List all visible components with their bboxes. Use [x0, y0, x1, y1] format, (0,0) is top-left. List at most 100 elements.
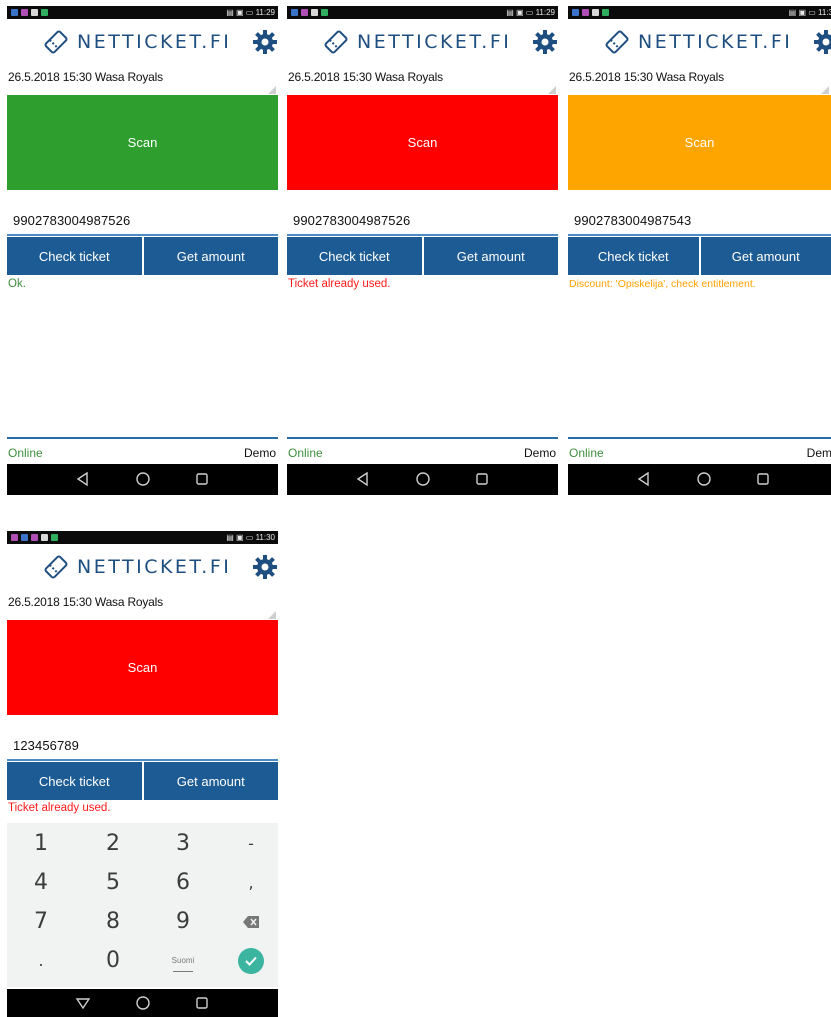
event-label: 26.5.2018 15:30 Wasa Royals: [288, 70, 443, 84]
scan-button[interactable]: Scan: [7, 95, 278, 190]
key-2[interactable]: 2: [79, 825, 147, 862]
key-0[interactable]: 0: [79, 942, 147, 979]
get-amount-button[interactable]: Get amount: [143, 762, 278, 800]
online-status: Online: [569, 446, 604, 460]
home-circle-icon[interactable]: [135, 471, 151, 487]
android-nav-bar: [7, 464, 278, 495]
ticket-number-input[interactable]: 9902783004987526: [7, 207, 278, 237]
ticket-number-input[interactable]: 9902783004987526: [287, 207, 558, 237]
recents-square-icon[interactable]: [755, 471, 771, 487]
back-down-triangle-icon[interactable]: [75, 995, 91, 1011]
ticket-number-value: 9902783004987526: [13, 213, 131, 228]
play-store-icon: [51, 534, 58, 541]
status-bar: ▤ ▣ ▭ 11:29: [7, 6, 278, 19]
app-notification-icon: [11, 9, 18, 16]
checkmark-icon: [238, 947, 264, 974]
spacebar-line: [173, 971, 193, 972]
event-selector[interactable]: 26.5.2018 15:30 Wasa Royals: [568, 66, 831, 96]
key-period[interactable]: .: [7, 942, 75, 979]
scan-button[interactable]: Scan: [7, 620, 278, 715]
action-buttons: Check ticket Get amount: [7, 762, 278, 800]
mail-icon: [592, 9, 599, 16]
phone-screen-ok: ▤ ▣ ▭ 11:29 NETTICKET.FI 26.5.2018 15:30…: [7, 6, 278, 495]
action-buttons: Check ticket Get amount: [568, 237, 831, 275]
action-buttons: Check ticket Get amount: [7, 237, 278, 275]
signal-battery-icon: ▤ ▣ ▭: [226, 533, 254, 542]
gear-icon[interactable]: [813, 29, 831, 55]
done-key[interactable]: [217, 942, 278, 979]
key-comma[interactable]: ,: [217, 864, 278, 901]
app-notification-icon: [11, 534, 18, 541]
ticket-icon: [323, 29, 349, 55]
back-triangle-icon[interactable]: [75, 471, 91, 487]
get-amount-button[interactable]: Get amount: [423, 237, 558, 275]
logo-text: NETTICKET.FI: [638, 31, 793, 53]
recents-square-icon[interactable]: [474, 471, 490, 487]
backspace-icon[interactable]: [217, 903, 278, 940]
ticket-icon: [43, 554, 69, 580]
ticket-number-value: 9902783004987526: [293, 213, 411, 228]
logo-text: NETTICKET.FI: [357, 31, 512, 53]
dropdown-corner-icon: [548, 86, 556, 94]
status-footer: Online Demo: [7, 437, 278, 464]
status-footer: Online Dem: [568, 437, 831, 464]
check-ticket-button[interactable]: Check ticket: [7, 237, 142, 275]
get-amount-button[interactable]: Get amount: [143, 237, 278, 275]
recents-square-icon[interactable]: [194, 995, 210, 1011]
netticket-logo: NETTICKET.FI: [323, 28, 511, 56]
dropdown-corner-icon: [268, 611, 276, 619]
home-circle-icon[interactable]: [415, 471, 431, 487]
key-1[interactable]: 1: [7, 825, 75, 862]
gear-icon[interactable]: [252, 554, 278, 580]
netticket-logo: NETTICKET.FI: [43, 28, 231, 56]
status-bar: ▤ ▣ ▭ 11:30: [7, 531, 278, 544]
input-underline: [7, 234, 278, 236]
play-store-icon: [602, 9, 609, 16]
event-selector[interactable]: 26.5.2018 15:30 Wasa Royals: [7, 66, 278, 96]
ticket-icon: [43, 29, 69, 55]
app-notification-icon: [21, 534, 28, 541]
event-selector[interactable]: 26.5.2018 15:30 Wasa Royals: [287, 66, 558, 96]
home-circle-icon[interactable]: [135, 995, 151, 1011]
status-time: 11:30: [255, 533, 275, 542]
check-ticket-button[interactable]: Check ticket: [568, 237, 699, 275]
gear-icon[interactable]: [532, 29, 558, 55]
notification-icons: [11, 9, 48, 16]
action-buttons: Check ticket Get amount: [287, 237, 558, 275]
ticket-icon: [604, 29, 630, 55]
check-ticket-button[interactable]: Check ticket: [7, 762, 142, 800]
event-label: 26.5.2018 15:30 Wasa Royals: [569, 70, 724, 84]
scan-button[interactable]: Scan: [287, 95, 558, 190]
home-circle-icon[interactable]: [696, 471, 712, 487]
event-selector[interactable]: 26.5.2018 15:30 Wasa Royals: [7, 591, 278, 621]
ticket-number-value: 123456789: [13, 738, 79, 753]
key-7[interactable]: 7: [7, 903, 75, 940]
input-underline: [7, 759, 278, 761]
result-message: Ok.: [8, 278, 26, 290]
dropdown-corner-icon: [268, 86, 276, 94]
key-4[interactable]: 4: [7, 864, 75, 901]
key-minus[interactable]: -: [217, 825, 278, 862]
back-triangle-icon[interactable]: [355, 471, 371, 487]
key-6[interactable]: 6: [149, 864, 217, 901]
check-ticket-button[interactable]: Check ticket: [287, 237, 422, 275]
key-9[interactable]: 9: [149, 903, 217, 940]
language-label: Suomi: [171, 956, 195, 965]
back-triangle-icon[interactable]: [636, 471, 652, 487]
status-right: ▤ ▣ ▭ 11:29: [506, 6, 555, 19]
key-5[interactable]: 5: [79, 864, 147, 901]
status-right: ▤ ▣ ▭ 11:3: [789, 6, 831, 19]
key-3[interactable]: 3: [149, 825, 217, 862]
gear-icon[interactable]: [252, 29, 278, 55]
result-message: Ticket already used.: [8, 802, 111, 814]
language-key[interactable]: Suomi: [149, 942, 217, 979]
recents-square-icon[interactable]: [194, 471, 210, 487]
key-8[interactable]: 8: [79, 903, 147, 940]
netticket-logo: NETTICKET.FI: [604, 28, 792, 56]
ticket-number-input[interactable]: 9902783004987543: [568, 207, 831, 237]
app-header: NETTICKET.FI: [7, 546, 278, 588]
get-amount-button[interactable]: Get amount: [700, 237, 831, 275]
ticket-number-input[interactable]: 123456789: [7, 732, 278, 762]
mail-icon: [311, 9, 318, 16]
scan-button[interactable]: Scan: [568, 95, 831, 190]
